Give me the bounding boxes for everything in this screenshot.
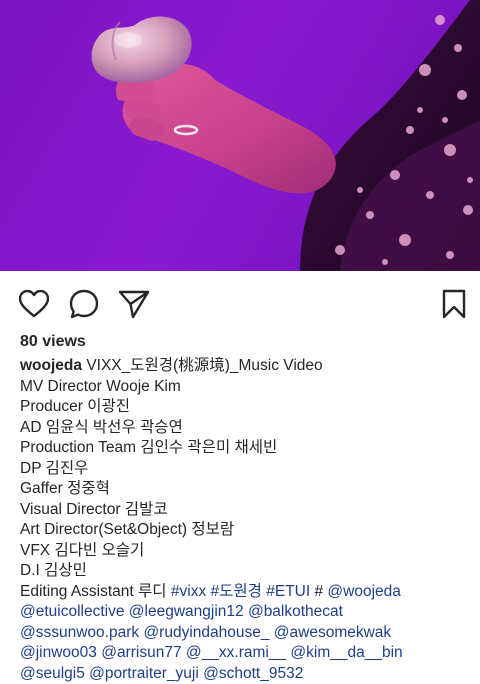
mention-arrisun77[interactable]: @arrisun77 <box>101 644 181 661</box>
credit-line: Visual Director 김발코 <box>20 500 470 521</box>
username-link[interactable]: woojeda <box>20 357 82 374</box>
paper-plane-icon <box>118 289 150 319</box>
mention-leegwangjin12[interactable]: @leegwangjin12 <box>129 603 244 620</box>
mention-seulgi5[interactable]: @seulgi5 <box>20 665 85 682</box>
credit-line: Art Director(Set&Object) 정보람 <box>20 520 470 541</box>
bookmark-icon <box>442 289 466 319</box>
mention-jinwoo03[interactable]: @jinwoo03 <box>20 644 97 661</box>
caption-title-line: woojeda VIXX_도원경(桃源境)_Music Video <box>20 356 470 377</box>
mentions-line: @seulgi5 @portraiter_yuji @schott_9532 <box>20 664 470 684</box>
credit-line: Production Team 김인수 곽은미 채세빈 <box>20 438 470 459</box>
caption-title: VIXX_도원경(桃源境)_Music Video <box>82 357 323 374</box>
like-button[interactable] <box>16 286 52 322</box>
mentions-line: @jinwoo03 @arrisun77 @__xx.rami__ @kim__… <box>20 643 470 664</box>
credit-line: AD 임윤식 박선우 곽승연 <box>20 418 470 439</box>
mention-portraiter[interactable]: @portraiter_yuji <box>89 665 199 682</box>
post-image[interactable] <box>0 0 480 271</box>
mention-awesomekwak[interactable]: @awesomekwak <box>274 624 391 641</box>
hashtag-dowongyeong[interactable]: #도원경 <box>211 583 262 600</box>
credit-line: DP 김진우 <box>20 459 470 480</box>
hashtag-etui[interactable]: #ETUI <box>266 583 310 600</box>
editing-label: Editing Assistant 루디 <box>20 583 171 600</box>
hash-text: # <box>310 583 327 600</box>
mention-balkothecat[interactable]: @balkothecat <box>248 603 343 620</box>
mention-etuicollective[interactable]: @etuicollective <box>20 603 124 620</box>
comment-button[interactable] <box>66 286 102 322</box>
editing-line: Editing Assistant 루디 #vixx #도원경 #ETUI # … <box>20 582 470 603</box>
mentions-line: @sssunwoo.park @rudyindahouse_ @awesomek… <box>20 623 470 644</box>
comment-bubble-icon <box>69 289 99 319</box>
mention-schott[interactable]: @schott_9532 <box>203 665 303 682</box>
mention-xxrami[interactable]: @__xx.rami__ <box>186 644 286 661</box>
hashtag-vixx[interactable]: #vixx <box>171 583 206 600</box>
mention-rudyindahouse[interactable]: @rudyindahouse_ <box>143 624 269 641</box>
save-button[interactable] <box>436 286 472 322</box>
credit-line: Producer 이광진 <box>20 397 470 418</box>
credit-line: MV Director Wooje Kim <box>20 377 470 398</box>
music-video-still <box>0 0 480 271</box>
credit-line: Gaffer 정중혁 <box>20 479 470 500</box>
post-caption: woojeda VIXX_도원경(桃源境)_Music Video MV Dir… <box>20 356 470 684</box>
share-button[interactable] <box>116 286 152 322</box>
mention-kimdabin[interactable]: @kim__da__bin <box>290 644 402 661</box>
mentions-line: @etuicollective @leegwangjin12 @balkothe… <box>20 602 470 623</box>
heart-icon <box>19 290 49 318</box>
view-count[interactable]: 80 views <box>20 333 86 351</box>
mention-woojeda[interactable]: @woojeda <box>327 583 400 600</box>
mention-sssunwoo[interactable]: @sssunwoo.park <box>20 624 139 641</box>
credit-line: D.I 김상민 <box>20 561 470 582</box>
credit-line: VFX 김다빈 오슬기 <box>20 541 470 562</box>
post-action-bar <box>0 286 480 322</box>
